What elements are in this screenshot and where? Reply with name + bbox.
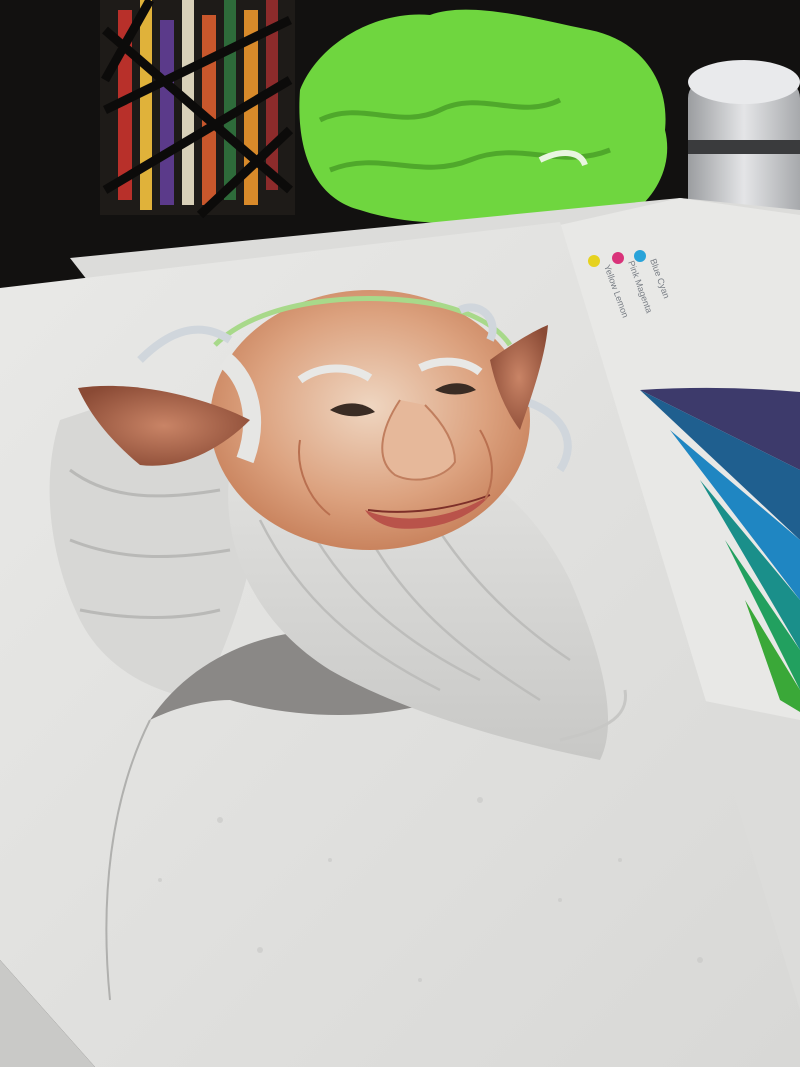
photo-scene: Blue Cyan Pink Magenta Yellow Lemon <box>0 0 800 1067</box>
magenta-dot <box>612 252 624 264</box>
pencil-holder <box>100 0 295 219</box>
green-cloth <box>299 9 668 230</box>
scene-svg: Blue Cyan Pink Magenta Yellow Lemon <box>0 0 800 1067</box>
yellow-dot <box>588 255 600 267</box>
